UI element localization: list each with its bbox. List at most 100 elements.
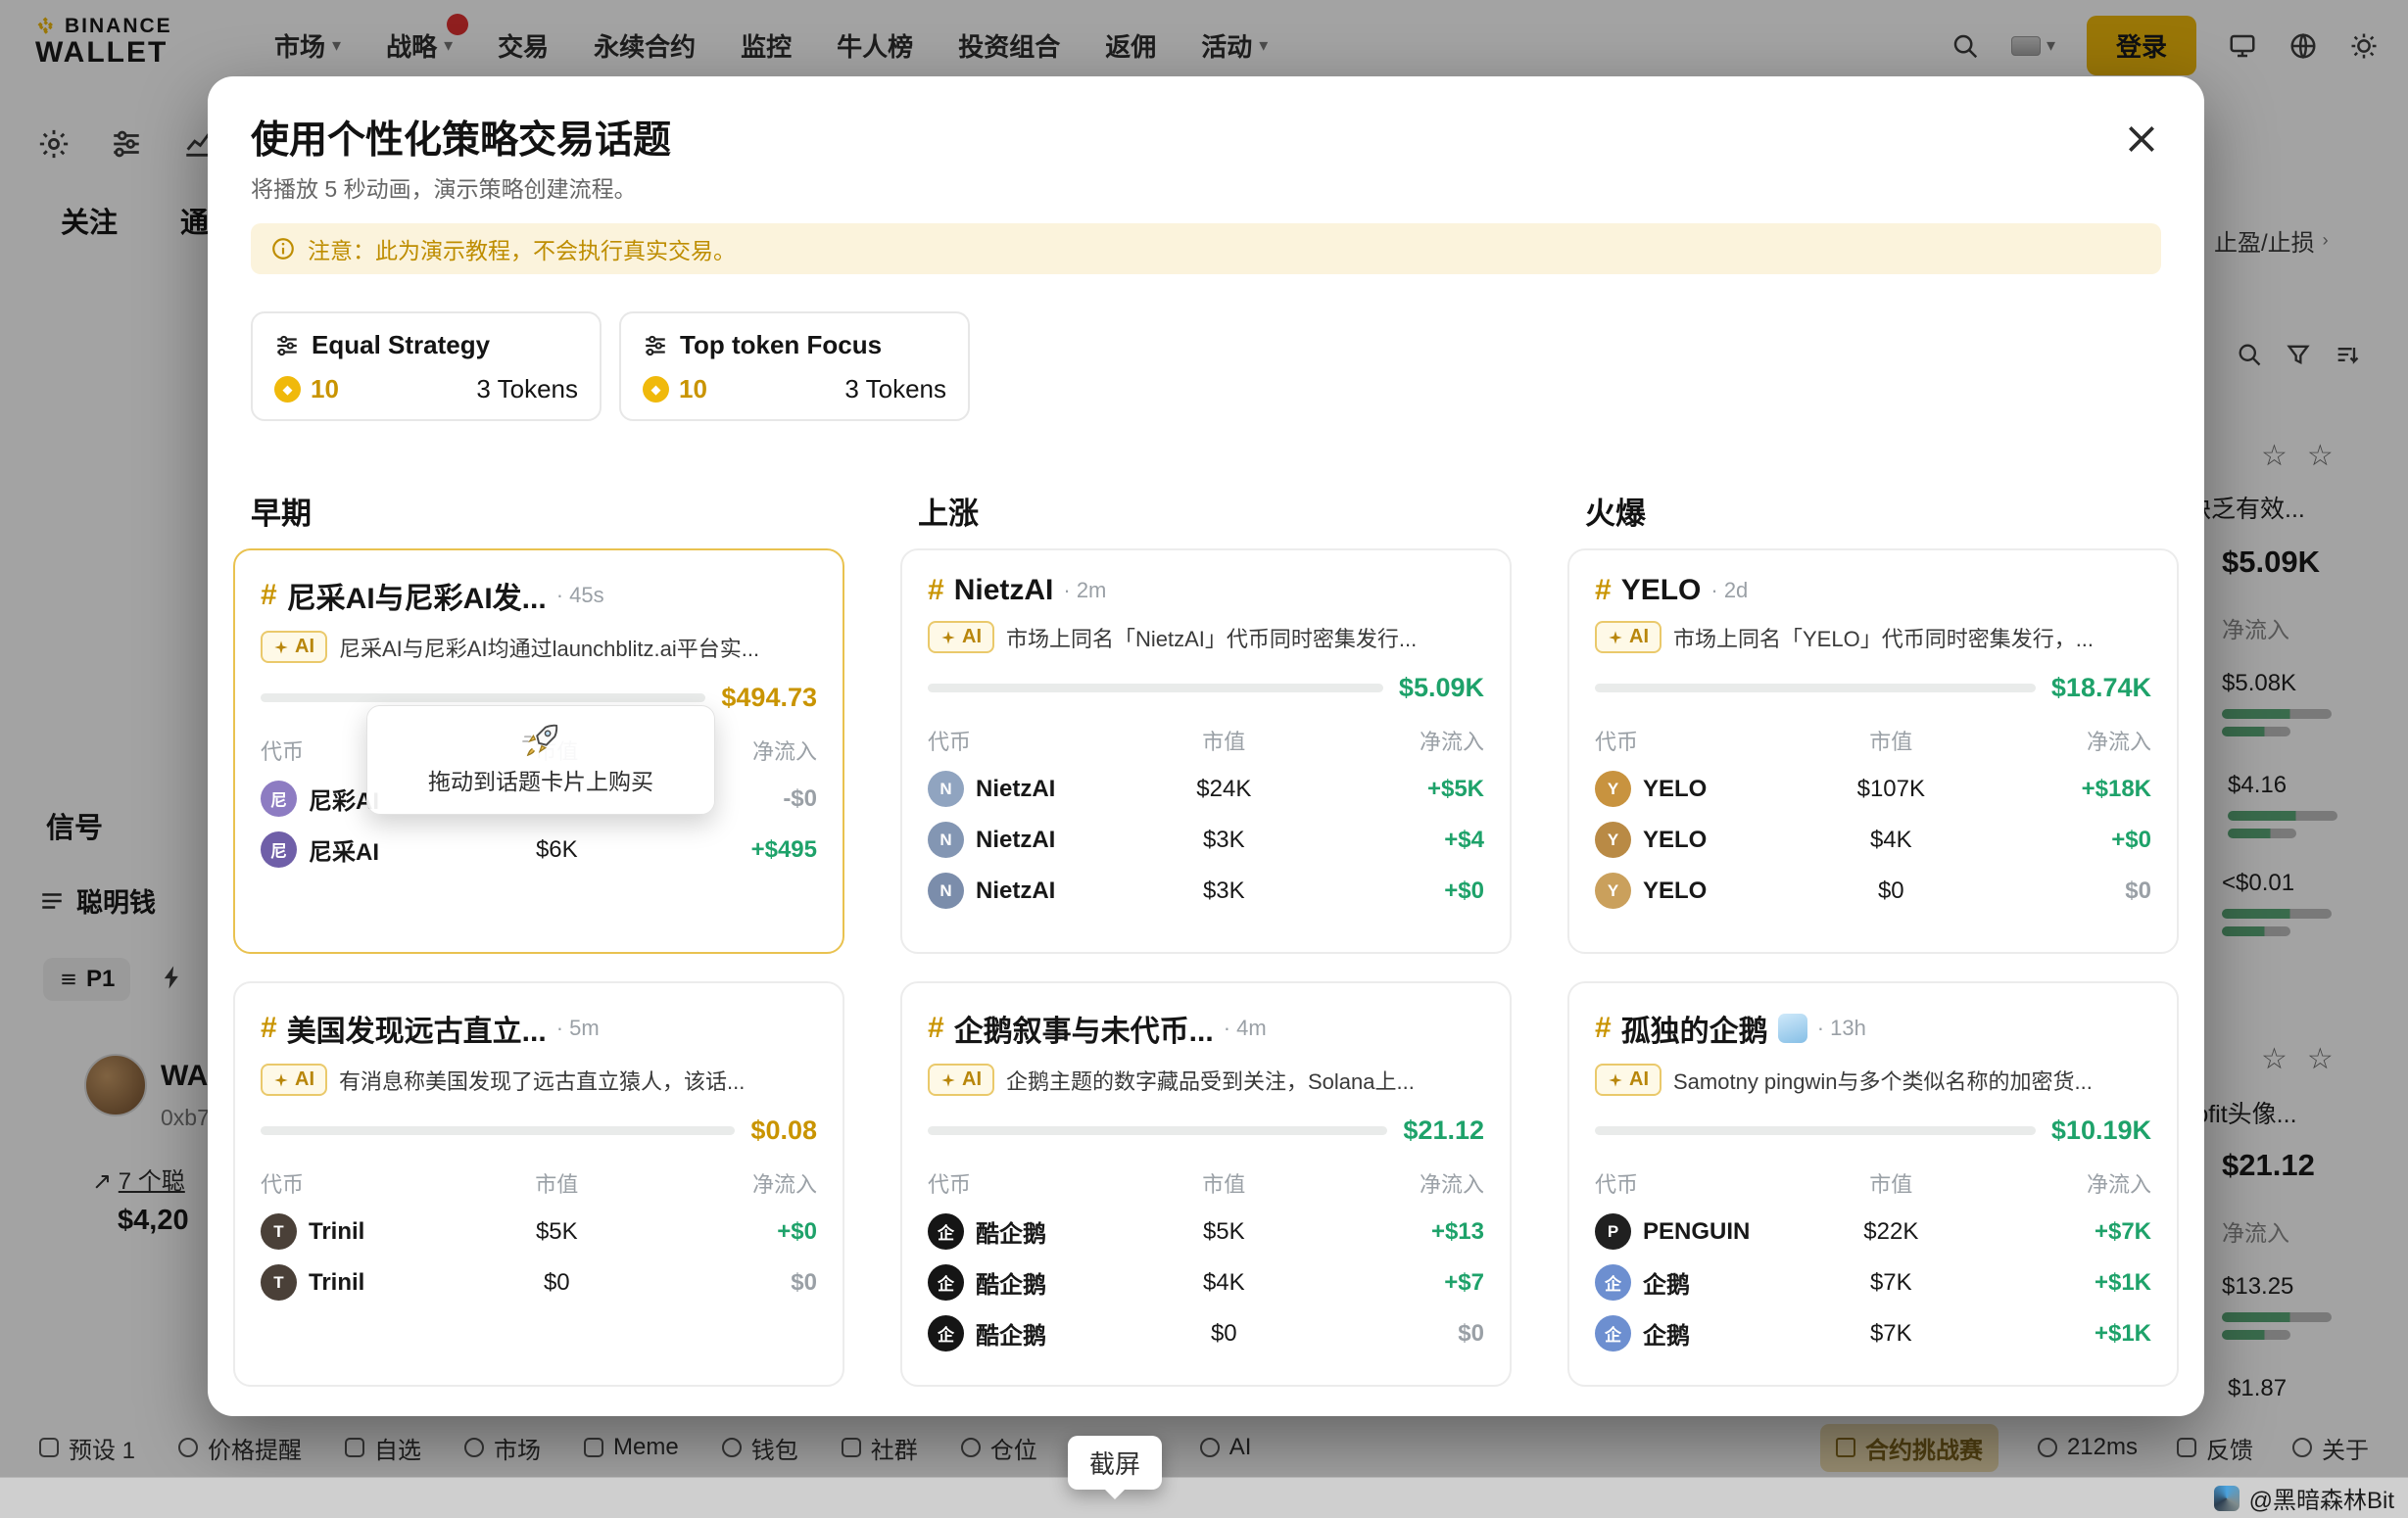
token-row[interactable]: 企 企鹅 $7K +$1K — [1595, 1264, 2151, 1301]
strategy-sliders-icon — [274, 333, 300, 358]
token-row[interactable]: 企 酷企鹅 $4K +$7 — [928, 1264, 1484, 1301]
screenshot-button[interactable]: 截屏 — [1068, 1436, 1162, 1490]
topic-value: $21.12 — [1403, 1115, 1484, 1146]
token-icon: N — [928, 771, 964, 807]
drag-to-buy-tooltip[interactable]: 拖动到话题卡片上购买 — [366, 705, 715, 815]
token-row[interactable]: T Trinil $5K +$0 — [261, 1213, 817, 1250]
token-marketcap: $4K — [1810, 827, 1972, 854]
token-row[interactable]: Y YELO $4K +$0 — [1595, 822, 2151, 858]
ai-badge: AI — [1595, 621, 1662, 653]
column-title: 早期 — [251, 496, 844, 533]
topic-age: · 2d — [1710, 578, 1748, 603]
token-row[interactable]: N NietzAI $3K +$4 — [928, 822, 1484, 858]
token-icon: N — [928, 873, 964, 909]
topic-age: · 13h — [1817, 1016, 1866, 1041]
hash-icon: # — [261, 579, 277, 612]
token-marketcap: $5K — [476, 1218, 638, 1246]
column-title: 上涨 — [918, 496, 1512, 533]
token-inflow: +$5K — [1305, 776, 1484, 803]
token-table-header: 代币 市值 净流入 — [1595, 1167, 2151, 1199]
topic-title: NietzAI — [954, 574, 1054, 607]
token-row[interactable]: 企 企鹅 $7K +$1K — [1595, 1315, 2151, 1352]
topic-age: · 5m — [556, 1016, 600, 1041]
topic-description: 有消息称美国发现了远古直立猿人，该话... — [339, 1065, 745, 1096]
ai-badge-label: AI — [962, 1068, 982, 1091]
hash-icon: # — [1595, 574, 1612, 607]
topic-columns: 早期 # 尼采AI与尼彩AI发... · 45s AI 尼采AI与尼彩AI均通过… — [233, 496, 2179, 1414]
strategy-tokens: 3 Tokens — [844, 374, 946, 404]
token-name: NietzAI — [976, 776, 1055, 803]
ai-sparkle-icon — [273, 1072, 289, 1088]
token-rows: N NietzAI $24K +$5K N NietzAI $3K +$4 N … — [928, 771, 1484, 909]
token-row[interactable]: N NietzAI $24K +$5K — [928, 771, 1484, 807]
token-icon: T — [261, 1264, 297, 1301]
modal-title: 使用个性化策略交易话题 — [251, 110, 671, 165]
token-icon: Y — [1595, 822, 1631, 858]
rocket-icon — [520, 724, 561, 757]
topic-card[interactable]: # NietzAI · 2m AI 市场上同名「NietzAI」代币同时密集发行… — [900, 548, 1512, 954]
topic-thumbnail — [1778, 1014, 1807, 1043]
token-marketcap: $24K — [1143, 776, 1305, 803]
strategy-card-equal[interactable]: Equal Strategy ◆ 10 3 Tokens — [251, 311, 602, 421]
token-table-header: 代币 市值 净流入 — [261, 1167, 817, 1199]
token-inflow: +$0 — [1972, 827, 2151, 854]
token-row[interactable]: T Trinil $0 $0 — [261, 1264, 817, 1301]
token-row[interactable]: 企 酷企鹅 $0 $0 — [928, 1315, 1484, 1352]
token-name: 酷企鹅 — [976, 1316, 1046, 1351]
token-name: Trinil — [309, 1218, 364, 1246]
token-row[interactable]: Y YELO $0 $0 — [1595, 873, 2151, 909]
token-icon: 企 — [1595, 1315, 1631, 1352]
strategy-card-top-token[interactable]: Top token Focus ◆ 10 3 Tokens — [619, 311, 970, 421]
token-row[interactable]: N NietzAI $3K +$0 — [928, 873, 1484, 909]
header-marketcap: 市值 — [1810, 1167, 1972, 1199]
topic-card[interactable]: # 企鹅叙事与未代币... · 4m AI 企鹅主题的数字藏品受到关注，Sola… — [900, 981, 1512, 1387]
ai-badge-label: AI — [962, 626, 982, 648]
token-row[interactable]: P PENGUIN $22K +$7K — [1595, 1213, 2151, 1250]
token-marketcap: $7K — [1810, 1320, 1972, 1348]
token-name: 尼采AI — [309, 832, 379, 867]
topic-title: 尼采AI与尼彩AI发... — [287, 574, 547, 617]
topic-title: YELO — [1621, 574, 1702, 607]
token-inflow: +$1K — [1972, 1320, 2151, 1348]
ai-sparkle-icon — [1608, 630, 1623, 645]
ai-sparkle-icon — [940, 1072, 956, 1088]
topic-description: 尼采AI与尼彩AI均通过launchblitz.ai平台实... — [339, 632, 759, 663]
token-row[interactable]: 企 酷企鹅 $5K +$13 — [928, 1213, 1484, 1250]
token-inflow: +$4 — [1305, 827, 1484, 854]
header-marketcap: 市值 — [1143, 1167, 1305, 1199]
column-title: 火爆 — [1585, 496, 2179, 533]
token-inflow: +$0 — [638, 1218, 817, 1246]
strategy-name: Top token Focus — [680, 330, 882, 360]
strategy-amount: 10 — [311, 374, 339, 404]
token-rows: T Trinil $5K +$0 T Trinil $0 $0 — [261, 1213, 817, 1301]
token-name: NietzAI — [976, 878, 1055, 905]
demo-notice-text: 注意：此为演示教程，不会执行真实交易。 — [308, 232, 736, 265]
progress-track — [1595, 1126, 2036, 1135]
token-marketcap: $7K — [1810, 1269, 1972, 1297]
token-row[interactable]: 尼 尼采AI $6K +$495 — [261, 831, 817, 868]
topic-description: 市场上同名「YELO」代币同时密集发行，... — [1673, 622, 2094, 653]
ai-badge: AI — [928, 1064, 994, 1096]
header-token: 代币 — [1595, 725, 1810, 756]
token-rows: 企 酷企鹅 $5K +$13 企 酷企鹅 $4K +$7 企 酷企鹅 $0 $0 — [928, 1213, 1484, 1352]
header-token: 代币 — [1595, 1167, 1810, 1199]
token-icon: 企 — [928, 1315, 964, 1352]
token-inflow: +$495 — [638, 836, 817, 864]
topic-card[interactable]: # 尼采AI与尼彩AI发... · 45s AI 尼采AI与尼彩AI均通过lau… — [233, 548, 844, 954]
topic-description: Samotny pingwin与多个类似名称的加密货... — [1673, 1065, 2093, 1096]
demo-notice-banner: 注意：此为演示教程，不会执行真实交易。 — [251, 223, 2161, 274]
topic-age: · 4m — [1224, 1016, 1267, 1041]
topic-card[interactable]: # 孤独的企鹅 · 13h AI Samotny pingwin与多个类似名称的… — [1567, 981, 2179, 1387]
token-icon: T — [261, 1213, 297, 1250]
close-icon[interactable] — [2122, 119, 2161, 159]
progress-track — [261, 693, 705, 702]
ai-badge-label: AI — [295, 1068, 314, 1091]
token-row[interactable]: Y YELO $107K +$18K — [1595, 771, 2151, 807]
progress-track — [1595, 684, 2036, 692]
header-token: 代币 — [261, 1167, 476, 1199]
token-inflow: +$0 — [1305, 878, 1484, 905]
topic-card[interactable]: # 美国发现远古直立... · 5m AI 有消息称美国发现了远古直立猿人，该话… — [233, 981, 844, 1387]
topic-card[interactable]: # YELO · 2d AI 市场上同名「YELO」代币同时密集发行，... $… — [1567, 548, 2179, 954]
ai-badge: AI — [1595, 1064, 1662, 1096]
topic-description: 市场上同名「NietzAI」代币同时密集发行... — [1006, 622, 1417, 653]
